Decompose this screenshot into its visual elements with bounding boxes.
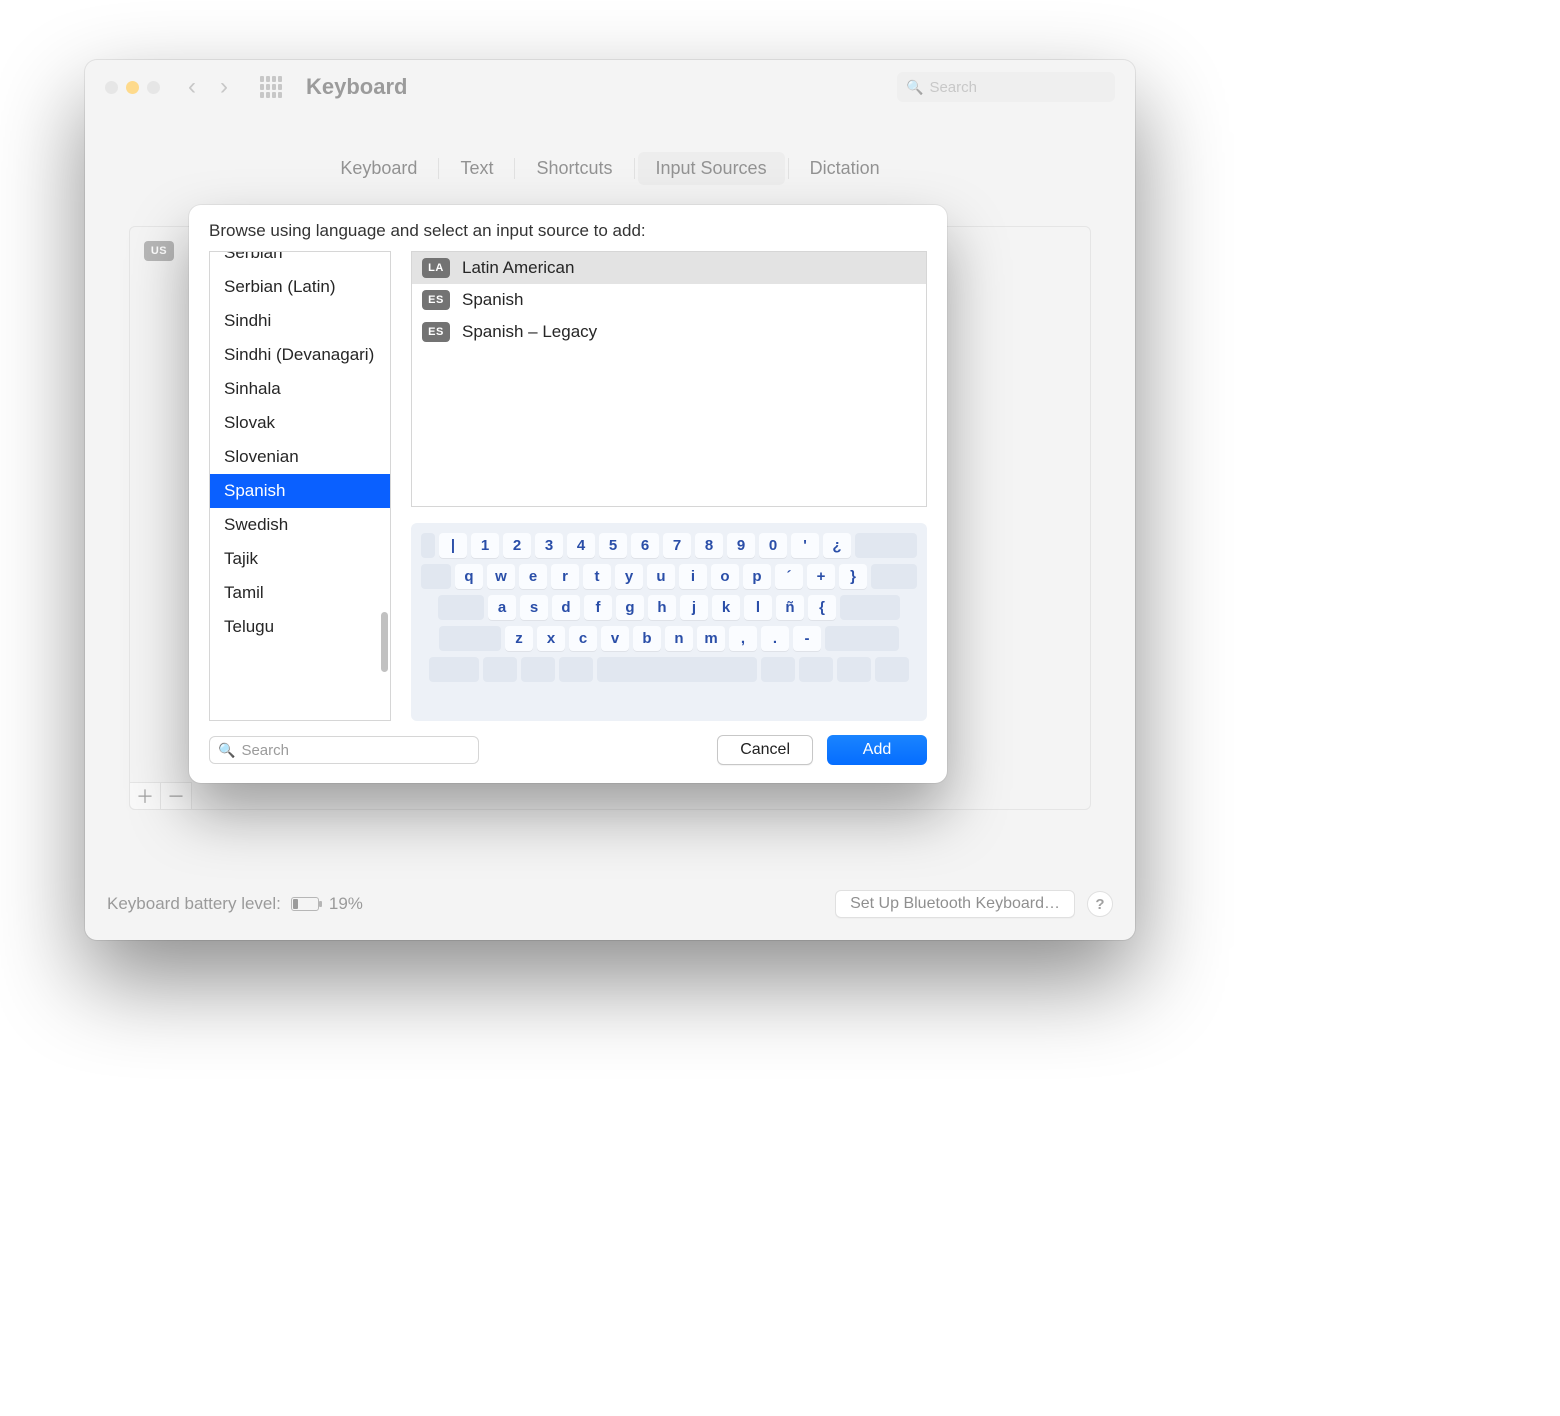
- key: v: [601, 626, 629, 651]
- key: 7: [663, 533, 691, 558]
- key: ´: [775, 564, 803, 589]
- key: u: [647, 564, 675, 589]
- key: .: [761, 626, 789, 651]
- key: c: [569, 626, 597, 651]
- key: j: [680, 595, 708, 620]
- key: +: [807, 564, 835, 589]
- key-blank: [840, 595, 900, 620]
- key: 9: [727, 533, 755, 558]
- key: ñ: [776, 595, 804, 620]
- add-input-source-dialog: Browse using language and select an inpu…: [189, 205, 947, 783]
- preferences-window: ‹ › Keyboard 🔍 Search KeyboardTextShortc…: [85, 60, 1135, 940]
- key: h: [648, 595, 676, 620]
- language-search-input[interactable]: 🔍 Search: [209, 736, 479, 764]
- key: }: [839, 564, 867, 589]
- key-blank: [439, 626, 501, 651]
- cancel-button[interactable]: Cancel: [717, 735, 813, 765]
- search-icon: 🔍: [218, 742, 235, 759]
- key-blank: [871, 564, 917, 589]
- key: x: [537, 626, 565, 651]
- language-item[interactable]: Sindhi (Devanagari): [210, 338, 390, 372]
- key-modifier: [875, 657, 909, 682]
- key-blank: [421, 533, 435, 558]
- key: m: [697, 626, 725, 651]
- key: 8: [695, 533, 723, 558]
- key-blank: [855, 533, 917, 558]
- source-badge: LA: [422, 258, 450, 278]
- key-modifier: [799, 657, 833, 682]
- language-item[interactable]: Swedish: [210, 508, 390, 542]
- key: k: [712, 595, 740, 620]
- key: i: [679, 564, 707, 589]
- dialog-header: Browse using language and select an inpu…: [189, 205, 947, 251]
- key: 0: [759, 533, 787, 558]
- key: ': [791, 533, 819, 558]
- key: g: [616, 595, 644, 620]
- language-item[interactable]: Slovenian: [210, 440, 390, 474]
- source-badge: ES: [422, 322, 450, 342]
- key: q: [455, 564, 483, 589]
- key: b: [633, 626, 661, 651]
- key: n: [665, 626, 693, 651]
- key-spacebar: [597, 657, 757, 682]
- key: f: [584, 595, 612, 620]
- key-blank: [421, 564, 451, 589]
- key: y: [615, 564, 643, 589]
- key: ¿: [823, 533, 851, 558]
- key-blank: [825, 626, 899, 651]
- key: o: [711, 564, 739, 589]
- key: l: [744, 595, 772, 620]
- key-modifier: [429, 657, 479, 682]
- key: 4: [567, 533, 595, 558]
- key-modifier: [559, 657, 593, 682]
- key: 6: [631, 533, 659, 558]
- add-button[interactable]: Add: [827, 735, 927, 765]
- source-badge: ES: [422, 290, 450, 310]
- input-source-item[interactable]: ES Spanish: [412, 284, 926, 316]
- key: 3: [535, 533, 563, 558]
- language-item[interactable]: Tamil: [210, 576, 390, 610]
- key: ,: [729, 626, 757, 651]
- language-item[interactable]: Telugu: [210, 610, 390, 644]
- search-placeholder: Search: [241, 742, 289, 759]
- key: t: [583, 564, 611, 589]
- language-item[interactable]: Sinhala: [210, 372, 390, 406]
- key: d: [552, 595, 580, 620]
- key-modifier: [483, 657, 517, 682]
- key: |: [439, 533, 467, 558]
- language-item[interactable]: Sindhi: [210, 304, 390, 338]
- key-modifier: [761, 657, 795, 682]
- language-item[interactable]: Spanish: [210, 474, 390, 508]
- key-modifier: [837, 657, 871, 682]
- input-source-item[interactable]: ES Spanish – Legacy: [412, 316, 926, 348]
- key: a: [488, 595, 516, 620]
- key: z: [505, 626, 533, 651]
- scrollbar-thumb[interactable]: [381, 612, 388, 672]
- language-item[interactable]: Slovak: [210, 406, 390, 440]
- input-source-list[interactable]: LA Latin American ES Spanish ES Spanish – Leg…: [411, 251, 927, 507]
- language-item[interactable]: Tajik: [210, 542, 390, 576]
- key: 1: [471, 533, 499, 558]
- key: s: [520, 595, 548, 620]
- key: -: [793, 626, 821, 651]
- key: r: [551, 564, 579, 589]
- source-name: Spanish – Legacy: [462, 322, 597, 342]
- key-modifier: [521, 657, 555, 682]
- language-item[interactable]: Serbian: [210, 252, 390, 270]
- source-name: Spanish: [462, 290, 523, 310]
- key: {: [808, 595, 836, 620]
- language-list[interactable]: SerbianSerbian (Latin)SindhiSindhi (Deva…: [209, 251, 391, 721]
- key: w: [487, 564, 515, 589]
- key: e: [519, 564, 547, 589]
- keyboard-preview: |1234567890'¿ qwertyuiop´+} asdfghjklñ{ zxc…: [411, 523, 927, 721]
- language-item[interactable]: Serbian (Latin): [210, 270, 390, 304]
- key-blank: [438, 595, 484, 620]
- key: p: [743, 564, 771, 589]
- input-source-item[interactable]: LA Latin American: [412, 252, 926, 284]
- key: 5: [599, 533, 627, 558]
- key: 2: [503, 533, 531, 558]
- source-name: Latin American: [462, 258, 574, 278]
